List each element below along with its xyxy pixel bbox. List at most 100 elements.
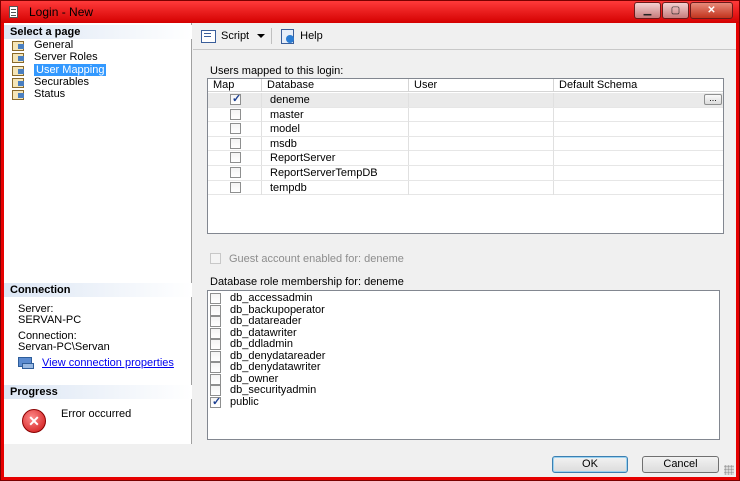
default-schema-cell[interactable] [554,181,723,195]
user-cell[interactable] [409,136,554,151]
page-icon [12,65,26,76]
map-checkbox[interactable] [230,108,241,120]
view-connection-properties-link[interactable]: View connection properties [42,357,174,369]
guest-account-checkbox[interactable] [210,253,221,264]
window-controls: ▁ ▢ ✕ [634,2,733,19]
sidebar-item-securables[interactable]: Securables [12,76,106,89]
role-checkbox[interactable] [210,293,221,304]
script-button[interactable]: Script [201,26,266,46]
column-header-default-schema[interactable]: Default Schema [554,79,723,92]
table-row[interactable]: ReportServerTempDB [208,166,723,181]
role-checkbox[interactable] [210,327,221,339]
column-header-user[interactable]: User [409,79,554,92]
default-schema-cell[interactable] [554,137,723,151]
user-cell[interactable] [409,107,554,122]
role-label: db_accessadmin [230,292,313,304]
users-mapped-grid[interactable]: Map Database User Default Schema deneme.… [207,78,724,234]
login-new-window: Login - New ▁ ▢ ✕ Select a page General S… [0,0,740,481]
grid-header: Map Database User Default Schema [208,79,723,92]
sidebar-item-general[interactable]: General [12,39,106,52]
map-cell [208,151,262,166]
table-row[interactable]: tempdb [208,180,723,196]
minimize-button[interactable]: ▁ [634,2,661,19]
role-membership-label: Database role membership for: deneme [210,276,404,288]
role-label: db_datawriter [230,326,297,339]
sidebar-item-server-roles[interactable]: Server Roles [12,51,106,64]
map-cell [208,166,262,180]
map-checkbox[interactable] [230,152,241,164]
default-schema-cell[interactable] [554,166,723,180]
user-cell[interactable] [409,151,554,166]
right-pane: Script Help Users mapped to this login: … [193,23,736,444]
table-row[interactable]: master [208,107,723,123]
sidebar-item-user-mapping[interactable]: User Mapping [12,63,107,76]
database-cell: deneme [262,93,409,107]
default-schema-cell[interactable] [554,122,723,136]
role-checkbox[interactable] [210,304,221,316]
sidebar-item-status[interactable]: Status [12,88,106,101]
toolbar: Script Help [193,23,736,49]
map-cell [208,180,262,195]
chevron-down-icon[interactable] [257,34,266,38]
page-icon [12,40,26,52]
user-cell[interactable] [409,180,554,195]
role-checkbox[interactable] [210,395,221,408]
user-cell[interactable] [409,122,554,137]
table-row[interactable]: ReportServer [208,151,723,166]
toolbar-separator [271,28,273,44]
table-row[interactable]: model [208,122,723,137]
map-checkbox[interactable] [230,167,241,178]
role-label: db_securityadmin [230,384,317,397]
table-row[interactable]: msdb [208,136,723,152]
column-header-map[interactable]: Map [208,79,262,92]
help-label: Help [300,30,323,42]
close-button[interactable]: ✕ [690,2,733,19]
cancel-button[interactable]: Cancel [642,456,719,473]
role-label: db_denydatawriter [230,361,321,374]
connection-properties-icon[interactable] [18,357,34,369]
dialog-client-area: Select a page General Server Roles User Ma… [4,23,736,477]
help-button[interactable]: Help [280,26,323,46]
role-label: db_denydatareader [230,349,326,362]
page-icon [12,77,26,89]
role-checkbox[interactable] [210,339,221,351]
default-schema-cell[interactable] [554,108,723,122]
progress-status[interactable]: Error occurred [61,408,131,420]
user-cell[interactable] [409,166,554,180]
database-cell: model [262,122,409,137]
role-label: db_owner [230,372,279,385]
role-membership-list[interactable]: db_accessadmin db_backupoperator db_datare… [207,290,720,440]
page-list: General Server Roles User Mapping Securable… [12,39,107,101]
column-header-database[interactable]: Database [262,79,409,92]
role-label: db_datareader [230,315,302,328]
select-page-heading: Select a page [4,25,192,39]
maximize-button[interactable]: ▢ [662,2,689,19]
default-schema-cell[interactable] [554,151,723,165]
map-checkbox[interactable] [230,137,241,149]
close-icon: ✕ [707,5,716,16]
map-checkbox[interactable] [230,92,241,106]
map-cell [208,136,262,151]
role-checkbox[interactable] [210,316,221,328]
minimize-icon: ▁ [643,5,652,16]
role-checkbox[interactable] [210,362,221,374]
role-checkbox[interactable] [210,350,221,362]
map-cell [208,122,262,137]
table-row[interactable]: deneme... [208,92,723,108]
title-bar[interactable]: Login - New ▁ ▢ ✕ [1,1,739,23]
users-mapped-label: Users mapped to this login: [210,65,344,77]
page-icon [12,52,26,64]
default-schema-cell[interactable]: ... [554,93,723,107]
resize-grip-icon[interactable] [724,465,734,475]
ok-button[interactable]: OK [552,456,628,473]
browse-schema-button[interactable]: ... [704,94,722,105]
user-cell[interactable] [409,93,554,107]
page-icon [12,89,26,101]
role-checkbox[interactable] [210,373,221,385]
database-cell: master [262,107,409,122]
role-label: public [230,395,259,408]
database-cell: ReportServerTempDB [262,166,409,180]
map-checkbox[interactable] [230,123,241,135]
script-label: Script [221,30,250,42]
map-checkbox[interactable] [230,181,241,193]
